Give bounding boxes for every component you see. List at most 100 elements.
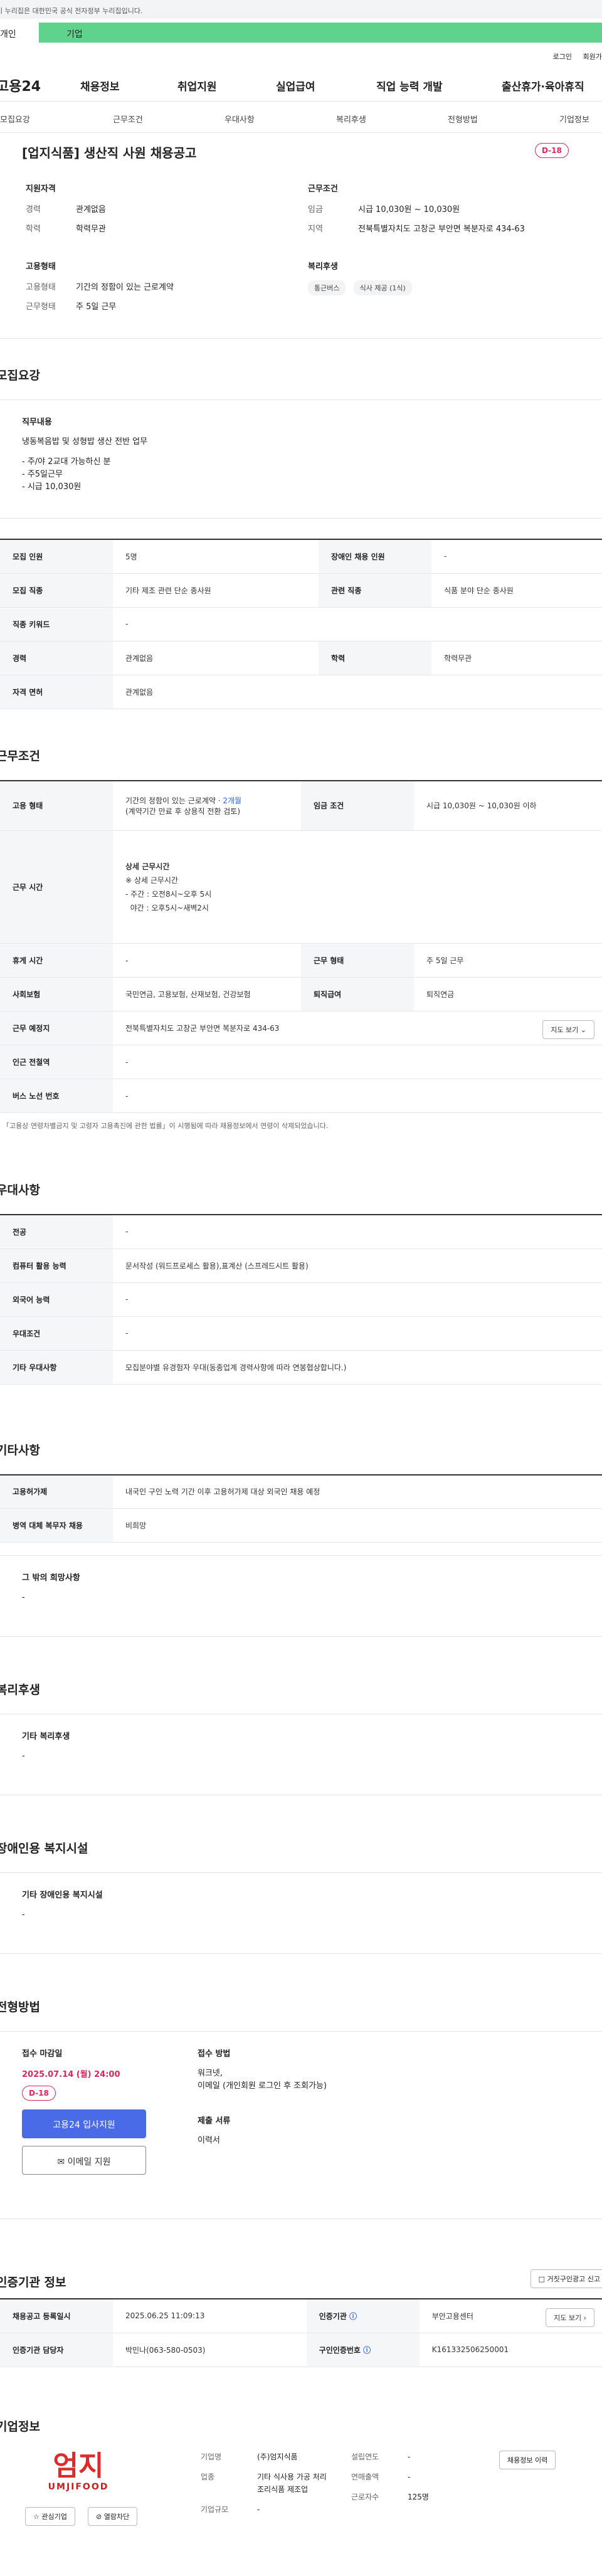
table-row: 인근 전철역 -: [0, 1045, 602, 1079]
table-row: 사회보험 국민연금, 고용보험, 산재보험, 건강보험 퇴직급여 퇴직연금: [0, 977, 602, 1011]
tab-personal[interactable]: 개인: [0, 23, 39, 43]
work-table: 고용 형태 기간의 정함이 있는 근로계약 · 2개월 (계약기간 만료 후 상용…: [0, 779, 602, 1113]
welfare-block: 복리후생 통근버스 식사 제공 (1식): [308, 260, 584, 295]
gnb-item-training[interactable]: 직업 능력 개발: [376, 78, 443, 93]
table-row: 고용허가제 내국인 구인 노력 기간 이후 고용허가제 대상 외국인 채용 예정: [0, 1474, 602, 1509]
age-note: • 「고용상 연령차별금지 및 고령자 고용촉진에 관한 법률」이 시행됨에 따…: [0, 1122, 329, 1130]
anchor-company[interactable]: 기업정보: [559, 113, 589, 125]
deadline-block: 접수 마감일 2025.07.14 (월) 24:00 D-18 고용24 입사…: [22, 2047, 185, 2175]
join-link[interactable]: 회원가입: [583, 51, 602, 61]
star-icon: ☆: [33, 2512, 40, 2521]
info-icon[interactable]: ⓘ: [349, 2312, 357, 2321]
welfare-title: 복리후생: [308, 262, 338, 272]
kv-row: 지역 전북특별자치도 고창군 부안면 복분자로 434-63: [308, 224, 525, 234]
anchor-recruit[interactable]: 모집요강: [0, 113, 30, 125]
welfare-chip: 통근버스: [308, 280, 346, 295]
agency-header: 인증기관 정보 □ 거짓구인광고 신고: [0, 2269, 602, 2292]
favorite-company-button[interactable]: ☆ 관심기업: [25, 2506, 75, 2526]
hiring-history-button[interactable]: 채용정보 이력: [499, 2450, 556, 2469]
table-row: 기타 우대사항 모집분야별 유경험자 우대(동종업계 경력사항에 따라 연봉협상합…: [0, 1350, 602, 1385]
gnb-item-unemployment-benefit[interactable]: 실업급여: [276, 78, 315, 93]
anchor-pref[interactable]: 우대사항: [224, 113, 255, 125]
tab-company[interactable]: 기업: [39, 23, 602, 43]
section-title-selection: 전형방법: [0, 2000, 40, 2014]
util-links: 로그인 회원가입: [0, 46, 602, 64]
company-logo: 엄지 UMJIFOOD: [48, 2449, 109, 2492]
email-apply-button[interactable]: ✉ 이메일 지원: [22, 2146, 146, 2175]
table-row: 근무 예정지 전북특별자치도 고창군 부안면 복분자로 434-63 지도 보기…: [0, 1011, 602, 1045]
anchor-work[interactable]: 근무조건: [113, 113, 143, 125]
map-button[interactable]: 지도 보기 ⌄: [542, 1020, 594, 1039]
section-anchor-nav: 모집요강 근무조건 우대사항 복리후생 전형방법 기업정보: [0, 102, 602, 133]
table-row: 인증기관 담당자 박민나(063-580-0503) 구인인증번호 ⓘ K1613…: [0, 2333, 602, 2367]
section-title-welfare: 복리후생: [0, 1683, 40, 1697]
anchor-selection[interactable]: 전형방법: [448, 113, 478, 125]
employ-block: 고용형태 고용형태 기간의 정함이 있는 근로계약 근무형태 주 5일 근무: [26, 260, 277, 319]
agency-table: 채용공고 등록일시 2025.06.25 11:09:13 인증기관 ⓘ 부안고용…: [0, 2298, 602, 2367]
site-logo[interactable]: 고용24: [0, 75, 41, 95]
gov-banner: 이 누리집은 대한민국 공식 전자정부 누리집입니다.: [0, 0, 602, 19]
table-row: 채용공고 등록일시 2025.06.25 11:09:13 인증기관 ⓘ 부안고용…: [0, 2299, 602, 2333]
table-row: 컴퓨터 활용 능력 문서작성 (워드프로세스 활용),표계산 (스프레드시트 활용…: [0, 1248, 602, 1283]
info-icon[interactable]: ⓘ: [363, 2346, 371, 2355]
company-block: 엄지 UMJIFOOD ☆ 관심기업 ⊘ 열람차단 기업명 (주)엄지식품 업종 기…: [0, 2449, 602, 2576]
selection-box: 접수 마감일 2025.07.14 (월) 24:00 D-18 고용24 입사…: [0, 2031, 602, 2219]
section-title-work: 근무조건: [0, 749, 40, 763]
condition-block: 근무조건 임금 시급 10,030원 ~ 10,030원 지역 전북특별자치도 고창…: [308, 182, 584, 241]
section-title-other: 기타사항: [0, 1443, 40, 1457]
recruit-table: 모집 인원 5명 장애인 채용 인원 - 모집 직종 기타 제조 관련 단순 종사원 …: [0, 539, 602, 709]
login-link[interactable]: 로그인: [553, 51, 572, 61]
duty-line: - 주5일근무: [22, 470, 63, 479]
table-row: 경력 관계없음 학력 학력무관: [0, 641, 602, 675]
support-title: 지원자격: [26, 184, 56, 194]
company-info-right: 설립연도 - 연매출액 - 근로자수 125명: [351, 2452, 429, 2501]
table-row: 근무 시간 상세 근무시간 ※ 상세 근무시간 - 주간 : 오전8시~오후 5…: [0, 830, 602, 944]
method-block: 접수 방법 워크넷, 이메일 (개인회원 로그인 후 조회가능) 제출 서류 이…: [198, 2049, 327, 2145]
table-row: 우대조건 -: [0, 1316, 602, 1351]
agency-map-button[interactable]: 지도 보기 ›: [546, 2308, 594, 2327]
kv-row: 경력 관계없음: [26, 205, 106, 214]
section-title-disabled: 장애인용 복지시설: [0, 1842, 88, 1855]
gnb-item-employment-support[interactable]: 취업지원: [177, 78, 217, 93]
chevron-down-icon: ⌄: [580, 1026, 586, 1034]
welfare-chip: 식사 제공 (1식): [353, 280, 412, 295]
support-block: 지원자격 경력 관계없음 학력 학력무관: [26, 182, 277, 241]
disabled-box: 기타 장애인용 복지시설 -: [0, 1872, 602, 1954]
job-summary-card: [업지식품] 생산직 사원 채용공고 D-18 지원자격 경력 관계없음 학력 학력…: [0, 133, 602, 339]
other-extra-box: 그 밖의 희망사항 -: [0, 1555, 602, 1637]
global-nav: 고용24 채용정보 취업지원 실업급여 직업 능력 개발 출산휴가·육아휴직: [0, 64, 602, 102]
section-title-agency: 인증기관 정보: [0, 2276, 66, 2289]
table-row: 고용 형태 기간의 정함이 있는 근로계약 · 2개월 (계약기간 만료 후 상용…: [0, 780, 602, 831]
duty-line: 냉동복음밥 및 성형밥 생산 전반 업무: [22, 437, 148, 446]
section-title-recruit: 모집요강: [0, 369, 40, 383]
table-row: 자격 면허 관계없음: [0, 675, 602, 709]
pref-table: 전공 - 컴퓨터 활용 능력 문서작성 (워드프로세스 활용),표계산 (스프레드시…: [0, 1214, 602, 1385]
block-icon: ⊘: [96, 2512, 102, 2521]
table-row: 직종 키워드 -: [0, 607, 602, 641]
user-type-tabs: 개인 기업: [0, 19, 602, 46]
table-row: 전공 -: [0, 1215, 602, 1249]
employ-title: 고용형태: [26, 262, 56, 272]
kv-row: 임금 시급 10,030원 ~ 10,030원: [308, 205, 460, 214]
welfare-box: 기타 복리후생 -: [0, 1714, 602, 1795]
section-title-company: 기업정보: [0, 2419, 40, 2434]
gnb-item-jobs[interactable]: 채용정보: [80, 78, 120, 93]
gnb-item-parental-leave[interactable]: 출산휴가·육아휴직: [502, 78, 584, 93]
block-company-button[interactable]: ⊘ 열람차단: [88, 2506, 138, 2526]
kv-row: 고용형태 기간의 정함이 있는 근로계약: [26, 283, 174, 292]
gov-banner-text: 이 누리집은 대한민국 공식 전자정부 누리집입니다.: [0, 7, 143, 15]
anchor-welfare[interactable]: 복리후생: [336, 113, 366, 125]
dday-badge: D-18: [22, 2086, 56, 2101]
table-row: 모집 인원 5명 장애인 채용 인원 -: [0, 539, 602, 574]
condition-title: 근무조건: [308, 184, 338, 194]
report-false-ad-button[interactable]: □ 거짓구인광고 신고: [530, 2269, 602, 2288]
deadline-date: 2025.07.14 (월) 24:00: [22, 2070, 120, 2079]
kv-row: 학력 학력무관: [26, 224, 106, 234]
apply-button[interactable]: 고용24 입사지원: [22, 2109, 146, 2138]
table-row: 모집 직종 기타 제조 관련 단순 종사원 관련 직종 식품 분야 단순 종사원: [0, 573, 602, 608]
other-table: 고용허가제 내국인 구인 노력 기간 이후 고용허가제 대상 외국인 채용 예정 …: [0, 1474, 602, 1543]
table-row: 버스 노선 번호 -: [0, 1079, 602, 1113]
table-row: 병역 대체 복무자 채용 비희망: [0, 1508, 602, 1543]
chevron-right-icon: ›: [583, 2314, 586, 2322]
duty-line: - 시급 10,030원: [22, 482, 82, 492]
